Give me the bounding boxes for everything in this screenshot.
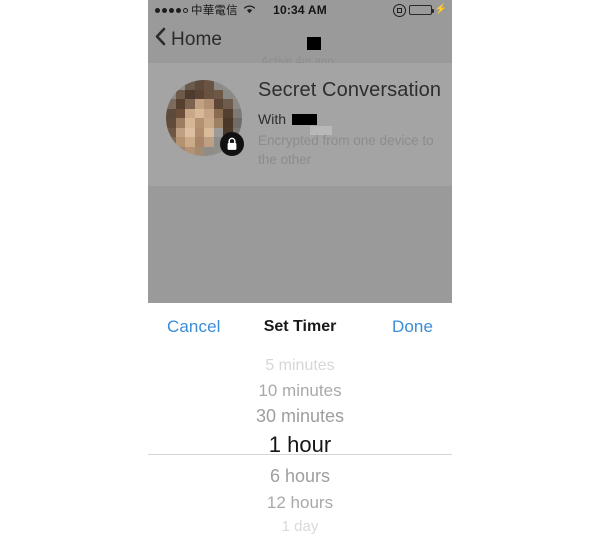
picker-option[interactable]: 12 hours bbox=[148, 494, 452, 517]
secret-conversation-card: Secret Conversation With Encrypted from … bbox=[148, 63, 452, 186]
picker-option[interactable]: 5 minutes bbox=[148, 358, 452, 374]
charging-bolt-icon: ⚡ bbox=[434, 4, 447, 15]
picker-option-list: 5 minutes 10 minutes 30 minutes 1 hour 6… bbox=[148, 358, 452, 537]
card-title: Secret Conversation bbox=[258, 79, 442, 101]
timer-picker[interactable]: 5 minutes 10 minutes 30 minutes 1 hour 6… bbox=[148, 350, 452, 537]
battery-icon bbox=[408, 5, 434, 15]
lock-icon bbox=[220, 132, 244, 156]
phone-viewport: 中華電信 10:34 AM ⚡ Home Active 4m ago Secre… bbox=[148, 0, 452, 537]
done-button[interactable]: Done bbox=[392, 317, 433, 337]
dimmed-app-background: 中華電信 10:34 AM ⚡ Home Active 4m ago Secre… bbox=[148, 0, 452, 303]
back-button-label: Home bbox=[171, 28, 223, 50]
picker-option-selected[interactable]: 1 hour bbox=[148, 434, 452, 464]
navigation-bar: Home Active 4m ago bbox=[148, 20, 452, 68]
status-bar-right: ⚡ bbox=[392, 3, 447, 17]
screenshot-page: 中華電信 10:34 AM ⚡ Home Active 4m ago Secre… bbox=[0, 0, 600, 537]
redacted-title-block bbox=[307, 37, 321, 50]
chevron-left-icon bbox=[154, 27, 166, 51]
picker-option[interactable]: 1 day bbox=[148, 519, 452, 537]
with-label: With bbox=[258, 111, 286, 127]
picker-option[interactable]: 10 minutes bbox=[148, 382, 452, 404]
sheet-toolbar: Cancel Set Timer Done bbox=[148, 303, 452, 350]
card-subtitle: Encrypted from one device to the other bbox=[258, 133, 434, 168]
back-button[interactable]: Home bbox=[154, 27, 222, 52]
rotation-lock-icon bbox=[392, 3, 406, 17]
set-timer-sheet: Cancel Set Timer Done 5 minutes 10 minut… bbox=[148, 303, 452, 537]
status-bar: 中華電信 10:34 AM ⚡ bbox=[148, 0, 452, 20]
cancel-button[interactable]: Cancel bbox=[167, 317, 221, 337]
picker-option[interactable]: 30 minutes bbox=[148, 407, 452, 431]
picker-option[interactable]: 6 hours bbox=[148, 467, 452, 492]
redacted-name-block bbox=[292, 113, 317, 125]
picker-selection-divider bbox=[148, 454, 452, 455]
avatar-wrapper bbox=[166, 80, 244, 156]
card-with-row: With bbox=[258, 111, 317, 127]
